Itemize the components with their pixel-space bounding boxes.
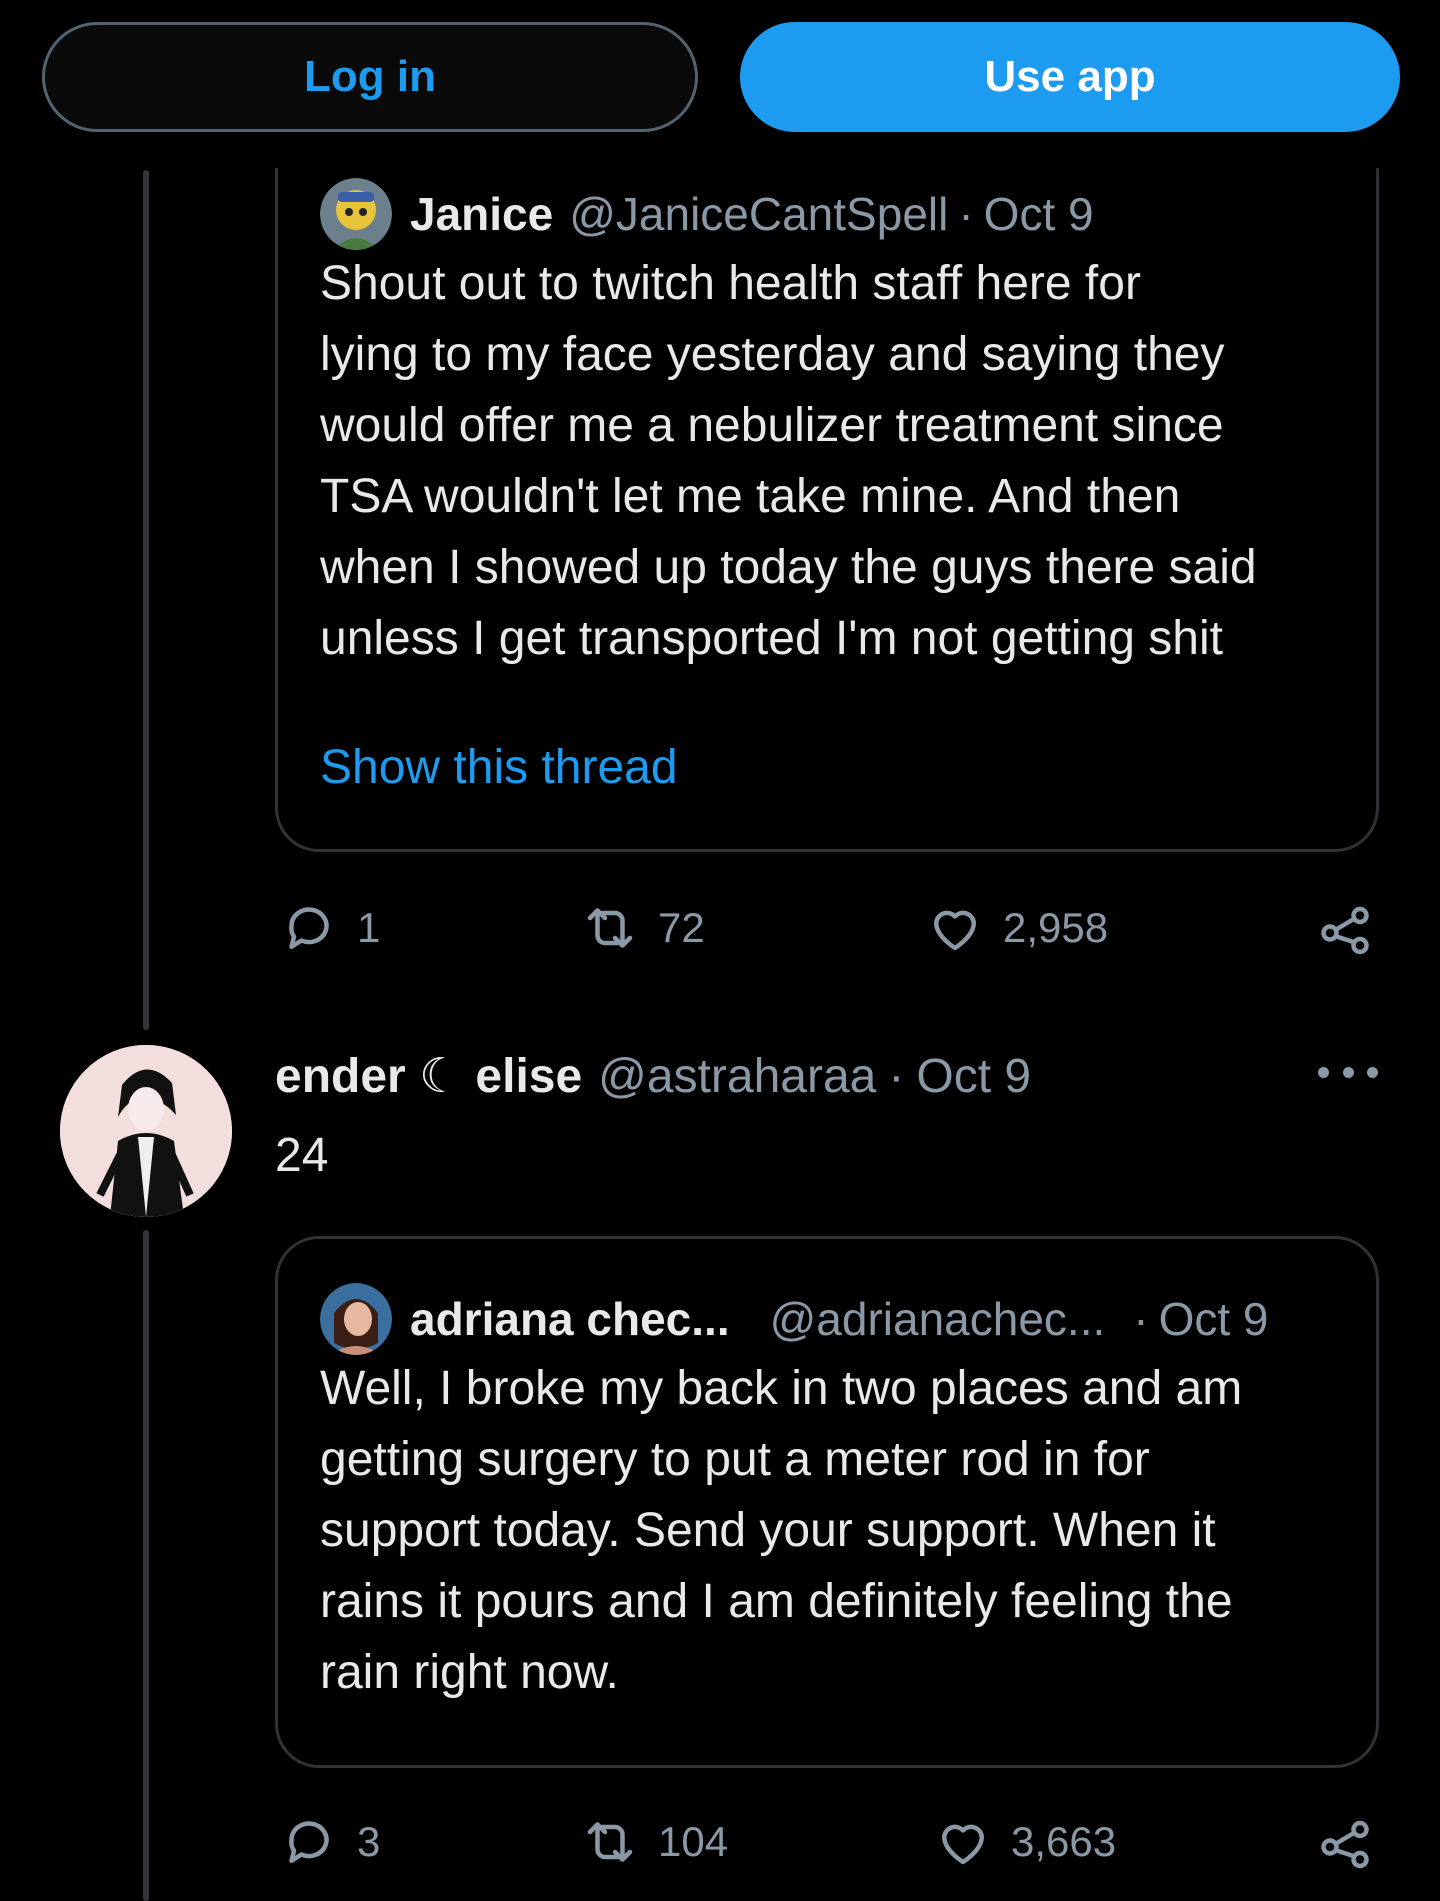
quoted-tweet-date: Oct 9 bbox=[1158, 1293, 1269, 1345]
heart-icon bbox=[942, 1824, 984, 1865]
user-avatar[interactable] bbox=[60, 1045, 232, 1217]
user-handle[interactable]: @astraharaa bbox=[598, 1049, 876, 1104]
heart-icon bbox=[934, 910, 976, 951]
retweet-button[interactable]: 104 bbox=[580, 1812, 728, 1872]
share-button[interactable] bbox=[1315, 898, 1393, 958]
like-count: 2,958 bbox=[1003, 904, 1109, 951]
login-button[interactable]: Log in bbox=[42, 22, 698, 132]
quoted-tweet-card[interactable]: adriana chec... @adrianachec... · Oct 9 … bbox=[275, 1236, 1379, 1768]
retweet-button[interactable]: 72 bbox=[580, 898, 705, 958]
text-line: rain right now. bbox=[320, 1646, 619, 1699]
tweet-date[interactable]: Oct 9 bbox=[916, 1049, 1031, 1104]
text-line: lying to my face yesterday and saying th… bbox=[320, 328, 1225, 381]
text-line: support today. Send your support. When i… bbox=[320, 1504, 1216, 1557]
quoted-tweet-card[interactable]: Janice @JaniceCantSpell · Oct 9 Shout ou… bbox=[275, 168, 1379, 852]
like-count: 3,663 bbox=[1011, 1818, 1117, 1865]
text-line: would offer me a nebulizer treatment sin… bbox=[320, 399, 1224, 452]
quoted-tweet-date: Oct 9 bbox=[983, 188, 1094, 240]
quoted-user-handle: @adrianachec... bbox=[769, 1293, 1106, 1345]
reply-count: 3 bbox=[357, 1818, 381, 1865]
more-icon[interactable] bbox=[1318, 1052, 1378, 1092]
quoted-user-avatar[interactable] bbox=[320, 178, 392, 250]
share-icon bbox=[1321, 906, 1369, 955]
show-thread-link[interactable]: Show this thread bbox=[320, 740, 678, 795]
thread-connector-line bbox=[143, 170, 149, 1030]
text-line: unless I get transported I'm not getting… bbox=[320, 612, 1223, 665]
separator-dot: · bbox=[888, 1049, 905, 1103]
retweet-count: 72 bbox=[658, 904, 705, 951]
avatar-illustration bbox=[60, 1045, 232, 1217]
text-line: when I showed up today the guys there sa… bbox=[320, 541, 1257, 594]
share-icon bbox=[1321, 1820, 1369, 1869]
quoted-user-name: Janice bbox=[410, 188, 554, 240]
quoted-tweet-text: Shout out to twitch health staff here fo… bbox=[320, 248, 1350, 674]
text-line: Shout out to twitch health staff here fo… bbox=[320, 257, 1141, 310]
reply-count: 1 bbox=[357, 904, 381, 951]
tweet-actions: 1 72 2,958 bbox=[275, 898, 1385, 968]
quoted-tweet-header: Janice @JaniceCantSpell · Oct 9 bbox=[320, 178, 1094, 250]
reply-icon bbox=[289, 907, 329, 949]
like-button[interactable]: 3,663 bbox=[933, 1812, 1116, 1872]
retweet-icon bbox=[587, 908, 633, 948]
text-line: TSA wouldn't let me take mine. And then bbox=[320, 470, 1181, 523]
tweet-actions: 3 104 3,663 bbox=[275, 1812, 1385, 1882]
reply-button[interactable]: 3 bbox=[279, 1812, 380, 1872]
retweet-icon bbox=[587, 1822, 633, 1862]
separator-dot: · bbox=[1133, 1293, 1149, 1345]
use-app-button[interactable]: Use app bbox=[740, 22, 1400, 132]
separator-dot: · bbox=[958, 188, 974, 240]
quoted-user-handle: @JaniceCantSpell bbox=[569, 188, 949, 240]
quoted-tweet-text: Well, I broke my back in two places and … bbox=[320, 1353, 1350, 1708]
quoted-user-name: adriana chec... bbox=[410, 1293, 730, 1345]
quoted-user-avatar[interactable] bbox=[320, 1283, 392, 1355]
text-line: Well, I broke my back in two places and … bbox=[320, 1362, 1243, 1415]
like-button[interactable]: 2,958 bbox=[925, 898, 1108, 958]
user-name[interactable]: ender ☾ elise bbox=[275, 1048, 582, 1104]
top-bar: Log in Use app bbox=[0, 0, 1440, 155]
reply-icon bbox=[289, 1821, 329, 1863]
share-button[interactable] bbox=[1315, 1812, 1393, 1872]
retweet-count: 104 bbox=[658, 1818, 729, 1865]
tweet-header: ender ☾ elise @astraharaa · Oct 9 bbox=[275, 1048, 1031, 1104]
quoted-tweet-header: adriana chec... @adrianachec... · Oct 9 bbox=[320, 1283, 1269, 1355]
reply-button[interactable]: 1 bbox=[279, 898, 380, 958]
text-line: getting surgery to put a meter rod in fo… bbox=[320, 1433, 1150, 1486]
thread-connector-line bbox=[143, 1230, 149, 1901]
text-line: rains it pours and I am definitely feeli… bbox=[320, 1575, 1233, 1628]
tweet-text: 24 bbox=[275, 1129, 329, 1182]
